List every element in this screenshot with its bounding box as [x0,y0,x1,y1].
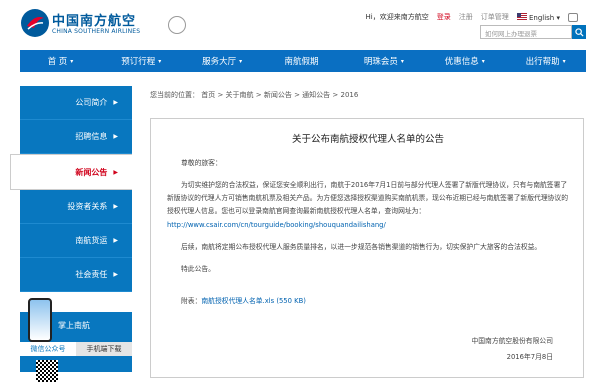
attachment-link[interactable]: 南航授权代理人名单.xls (550 KB) [201,297,306,305]
chevron-down-icon: ▾ [70,57,74,65]
nav-label: 明珠会员 [363,57,398,67]
register-link[interactable]: 注册 [459,12,473,22]
login-link[interactable]: 登录 [437,12,451,22]
language-label: English [528,13,555,22]
sidebar-item-responsibility[interactable]: 社会责任 ▶ [20,258,132,292]
phone-icon [28,298,52,342]
article-paragraph-2: 后续，南航将定期公布授权代理人服务质量排名，以进一步规范各销售渠道的销售行为，切… [181,243,542,251]
order-management-link[interactable]: 订单管理 [481,12,509,22]
sidebar-item-cargo[interactable]: 南航货运 ▶ [20,224,132,258]
tab-app-download[interactable]: 手机端下载 [76,342,132,356]
nav-item-booking[interactable]: 预订行程 ▾ [101,50,182,72]
sidebar-item-label: 招聘信息 [75,132,108,141]
search-button[interactable] [572,25,586,39]
chevron-down-icon: ▾ [239,57,243,65]
sidebar-item-label: 南航货运 [75,236,108,245]
query-url-link[interactable]: http://www.csair.com/cn/tourguide/bookin… [167,219,386,232]
sidebar: 公司简介 ▶ 招聘信息 ▶ 新闻公告 ▶ 投资者关系 ▶ 南航货运 ▶ 社会责任 ▶ [10,86,132,292]
article-date: 2016年7月8日 [506,353,553,361]
sidebar-item-news[interactable]: 新闻公告 ▶ [10,154,132,190]
app-tabs: 微信公众号 手机端下载 [20,342,132,356]
chevron-right-icon: ▶ [113,168,118,176]
search-icon [574,27,584,37]
logo-icon [21,9,49,37]
nav-label: 服务大厅 [202,57,237,67]
logo[interactable]: 中国南方航空 CHINA SOUTHERN AIRLINES [20,8,186,38]
sidebar-item-label: 社会责任 [75,270,108,279]
nav-item-service[interactable]: 服务大厅 ▾ [182,50,263,72]
sidebar-item-careers[interactable]: 招聘信息 ▶ [20,120,132,154]
signature: 中国南方航空股份有限公司 [471,337,553,345]
top-header: 中国南方航空 CHINA SOUTHERN AIRLINES Hi，欢迎来南方航… [0,0,590,50]
sidebar-item-company[interactable]: 公司简介 ▶ [20,86,132,120]
chevron-right-icon: ▶ [113,203,118,210]
qr-code-icon [36,360,58,382]
nav-item-holiday[interactable]: 南航假期 [263,50,344,72]
chevron-right-icon: ▶ [113,237,118,244]
sidebar-item-label: 投资者关系 [67,202,108,211]
nav-item-home[interactable]: 首 页 ▾ [20,50,101,72]
chevron-down-icon: ▾ [400,57,404,65]
chevron-down-icon: ▾ [481,57,485,65]
tab-wechat[interactable]: 微信公众号 [20,342,76,356]
sidebar-item-investors[interactable]: 投资者关系 ▶ [20,190,132,224]
language-selector[interactable]: English ▾ [516,12,560,22]
salutation: 尊敬的旅客： [181,159,222,167]
share-icon[interactable] [568,12,578,22]
search-input[interactable]: 如何网上办理退票 [480,25,572,39]
page-title: 关于公布南航授权代理人名单的公告 [291,134,444,145]
nav-item-help[interactable]: 出行帮助 ▾ [505,50,586,72]
globe-icon [168,16,186,34]
app-title: 掌上南航 [58,321,90,330]
nav-label: 出行帮助 [525,57,560,67]
chevron-right-icon: ▶ [113,99,118,106]
mobile-app-promo: 掌上南航 微信公众号 手机端下载 [20,298,132,382]
chevron-right-icon: ▶ [113,271,118,278]
article-closing: 特此公告。 [181,265,215,273]
article-paragraph-1: 为切实维护您的合法权益，保证您安全顺利出行，南航于2016年7月1日前与部分代理… [167,181,569,215]
logo-text-cn: 中国南方航空 [52,14,137,29]
main-nav: 首 页 ▾ 预订行程 ▾ 服务大厅 ▾ 南航假期 明珠会员 ▾ 优惠信息 ▾ 出行帮助 ▾ [20,50,586,72]
nav-label: 优惠信息 [444,57,479,67]
flag-icon [516,12,527,20]
chevron-down-icon: ▾ [562,57,566,65]
sidebar-item-label: 公司简介 [75,98,108,107]
sidebar-item-label: 新闻公告 [75,167,108,177]
nav-label: 预订行程 [121,57,156,67]
chevron-down-icon: ▾ [158,57,162,65]
greeting-text: Hi，欢迎来南方航空 [365,13,429,21]
attachment-line: 附表：南航授权代理人名单.xls (550 KB) [181,295,306,308]
nav-label: 首 页 [47,57,68,67]
chevron-right-icon: ▶ [113,133,118,140]
nav-label: 南航假期 [284,57,319,67]
top-links: Hi，欢迎来南方航空 登录 注册 订单管理 English ▾ [366,12,578,22]
article-panel: 关于公布南航授权代理人名单的公告 尊敬的旅客： 为切实维护您的合法权益，保证您安… [150,118,584,378]
breadcrumb[interactable]: 您当前的位置： 首页 > 关于南航 > 新闻公告 > 通知公告 > 2016 [150,90,358,100]
nav-item-members[interactable]: 明珠会员 ▾ [343,50,424,72]
nav-item-offers[interactable]: 优惠信息 ▾ [424,50,505,72]
logo-text-en: CHINA SOUTHERN AIRLINES [52,28,141,35]
attachment-label: 附表： [181,297,202,305]
